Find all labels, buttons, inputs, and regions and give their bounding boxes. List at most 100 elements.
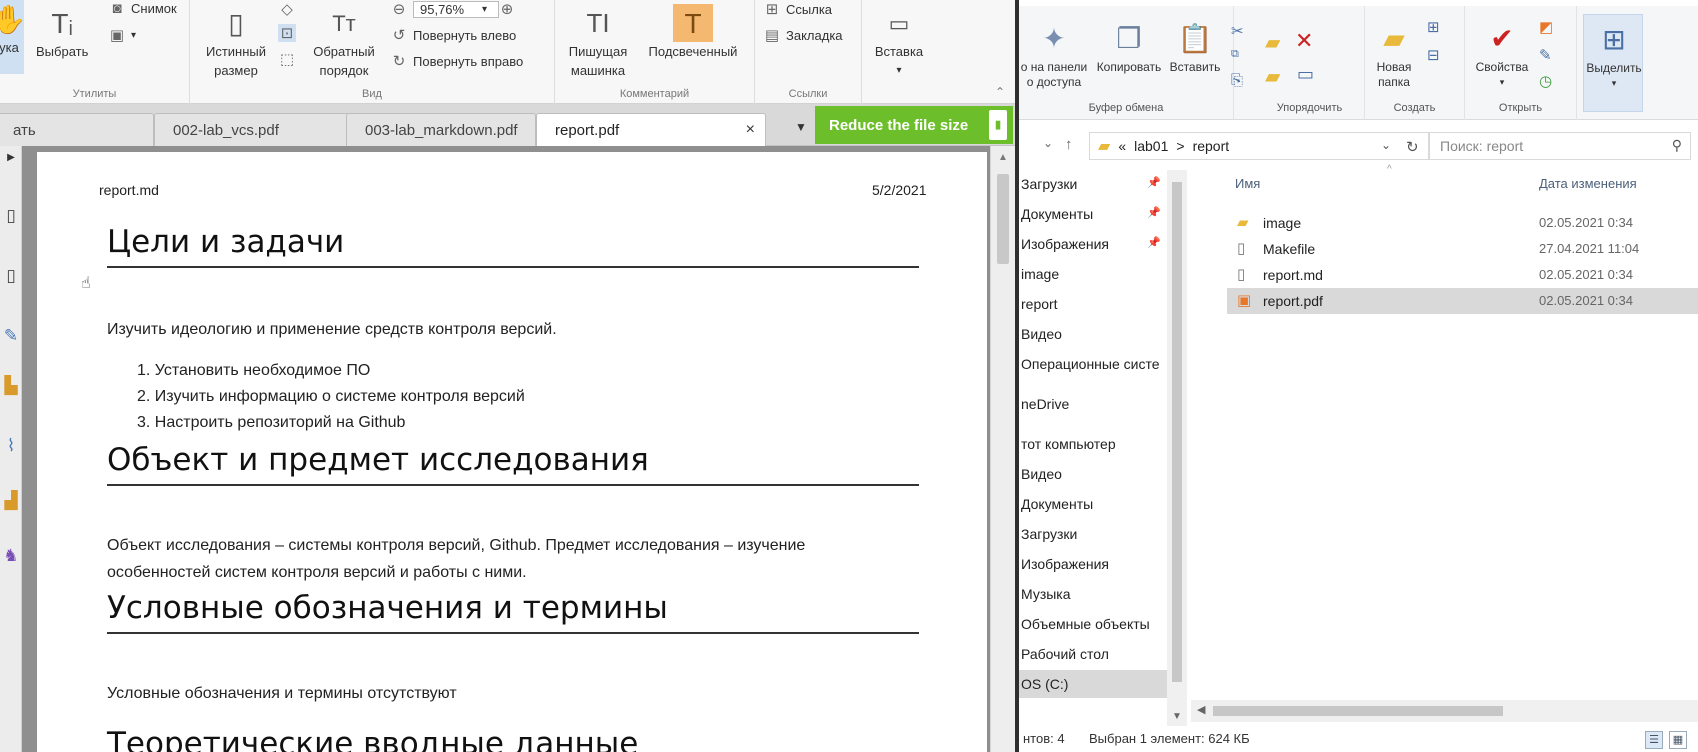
expand-panel-icon[interactable]: ▶	[1, 152, 21, 163]
nav-item-pc-downloads[interactable]: Загрузки	[1019, 520, 1167, 548]
pin-quick-access-button[interactable]: ✦ о на панели о доступа	[1019, 16, 1093, 90]
zoom-in-icon[interactable]: ⊕	[498, 0, 516, 18]
attachment-icon[interactable]: ⌇	[1, 436, 21, 456]
nav-item-os-c-drive[interactable]: OS (C:)	[1019, 670, 1167, 698]
new-folder-button[interactable]: ▰ Новая папка	[1369, 16, 1419, 90]
scrollbar-thumb[interactable]	[1213, 706, 1503, 716]
fit-page-button[interactable]: ⊡	[278, 24, 296, 42]
column-header-date[interactable]: Дата изменения	[1539, 176, 1637, 191]
nav-item-desktop[interactable]: Рабочий стол	[1019, 640, 1167, 668]
reverse-order-button[interactable]: Tт Обратный порядок	[308, 4, 380, 80]
snapshot-button[interactable]: ◙ Снимок	[108, 0, 176, 17]
close-icon[interactable]: ×	[746, 121, 755, 139]
search-input[interactable]: Поиск: report ⚲	[1429, 132, 1691, 160]
nav-item-os-folder[interactable]: Операционные систе	[1019, 350, 1167, 378]
scrollbar-thumb[interactable]	[997, 174, 1009, 264]
nav-item-documents[interactable]: Документы 📌	[1019, 200, 1167, 228]
file-list-horizontal-scrollbar[interactable]: ◀	[1191, 700, 1698, 722]
document-scrollbar[interactable]: ▲	[990, 146, 1015, 752]
file-row-makefile[interactable]: ▯ Makefile 27.04.2021 11:04	[1227, 236, 1698, 262]
select-button[interactable]: ⊞ Выделить ▾	[1583, 14, 1643, 112]
clipboard-dropdown-button[interactable]: ▣ ▾	[108, 26, 136, 44]
highlight-button[interactable]: T Подсвеченный	[641, 4, 745, 61]
new-item-icon[interactable]: ⊞	[1427, 18, 1440, 36]
signature-icon[interactable]: ✎	[1, 326, 21, 346]
nav-item-report[interactable]: report	[1019, 290, 1167, 318]
lock-icon[interactable]: ▟	[1, 491, 21, 511]
highlight-icon: T	[673, 4, 713, 42]
properties-button[interactable]: ✔ Свойства ▾	[1471, 16, 1533, 90]
scroll-left-icon[interactable]: ◀	[1197, 703, 1205, 716]
recent-locations-icon[interactable]: ⌄	[1043, 136, 1053, 150]
typewriter-button[interactable]: TI Пишущая машинка	[563, 4, 633, 80]
up-folder-icon[interactable]: ↑	[1065, 136, 1073, 153]
nav-item-pc-documents[interactable]: Документы	[1019, 490, 1167, 518]
easy-access-icon[interactable]: ⊟	[1427, 46, 1440, 64]
nav-item-3d-objects[interactable]: Объемные объекты	[1019, 610, 1167, 638]
tab-003-lab-markdown[interactable]: 003-lab_markdown.pdf	[346, 113, 536, 146]
edit-icon[interactable]: ✎	[1539, 46, 1552, 64]
hand-tool-button[interactable]: ✋ ука	[0, 0, 26, 74]
tab-document-1[interactable]: ать	[0, 113, 154, 146]
rotate-left-button[interactable]: ↺ Повернуть влево	[390, 26, 517, 44]
tabs-dropdown-icon[interactable]: ▼	[795, 120, 807, 134]
breadcrumb-report[interactable]: report	[1193, 138, 1230, 154]
user-icon[interactable]: ♞	[1, 546, 21, 566]
column-header-name[interactable]: Имя	[1235, 176, 1260, 191]
paste-button[interactable]: 📋 Вставить	[1165, 16, 1225, 75]
delete-icon[interactable]: ✕	[1295, 28, 1313, 54]
history-icon[interactable]: ◷	[1539, 72, 1552, 90]
document-viewport[interactable]: report.md 5/2/2021 Цели и задачи Изучить…	[22, 146, 990, 752]
layers-icon[interactable]: ▙	[1, 376, 21, 396]
scrollbar-thumb[interactable]	[1172, 182, 1182, 682]
zoom-out-icon[interactable]: ⊖	[390, 0, 408, 18]
nav-item-music[interactable]: Музыка	[1019, 580, 1167, 608]
collapse-ribbon-icon[interactable]: ⌃	[995, 85, 1005, 99]
address-dropdown-icon[interactable]: ⌄	[1381, 138, 1391, 152]
details-view-icon[interactable]: ☰	[1645, 731, 1663, 749]
copy-button[interactable]: ❐ Копировать	[1091, 16, 1167, 75]
link-button[interactable]: ⊞ Ссылка	[763, 0, 832, 18]
select-all-button[interactable]: ⊞ Выделить ▾	[1586, 17, 1641, 91]
paste-shortcut-icon[interactable]: ⎘	[1231, 72, 1243, 89]
fit-width-button[interactable]: ◇	[278, 0, 296, 18]
select-all-icon: ⊞	[1602, 23, 1626, 55]
rotate-right-button[interactable]: ↻ Повернуть вправо	[390, 52, 524, 70]
bookmark-button[interactable]: ▤ Закладка	[763, 26, 843, 44]
nav-item-videos[interactable]: Видео	[1019, 320, 1167, 348]
nav-item-this-pc[interactable]: тот компьютер	[1019, 430, 1167, 458]
pages-icon[interactable]: ▯	[1, 206, 21, 226]
nav-item-pictures[interactable]: Изображения 📌	[1019, 230, 1167, 258]
nav-item-pc-videos[interactable]: Видео	[1019, 460, 1167, 488]
refresh-icon[interactable]: ↻	[1406, 138, 1419, 156]
nav-item-downloads[interactable]: Загрузки 📌	[1019, 170, 1167, 198]
tab-report-pdf[interactable]: report.pdf ×	[536, 113, 766, 146]
copy-to-icon[interactable]: ▰	[1265, 64, 1280, 89]
move-to-icon[interactable]: ▰	[1265, 30, 1280, 55]
copy-path-icon[interactable]: ⧉	[1231, 48, 1239, 61]
select-tool-button[interactable]: Tᵢ Выбрать	[36, 4, 88, 61]
file-row-report-md[interactable]: ▯ report.md 02.05.2021 0:34	[1227, 262, 1698, 288]
file-row-report-pdf[interactable]: ▣ report.pdf 02.05.2021 0:34	[1227, 288, 1698, 314]
reduce-file-size-button[interactable]: Reduce the file size ▮	[815, 106, 1013, 144]
rename-icon[interactable]: ▭	[1297, 64, 1314, 85]
breadcrumb-lab01[interactable]: lab01	[1134, 138, 1168, 154]
navigation-scrollbar[interactable]: ▼	[1167, 170, 1187, 726]
actual-size-button[interactable]: ▯ Истинный размер	[206, 4, 266, 80]
tab-002-lab-vcs[interactable]: 002-lab_vcs.pdf	[154, 113, 354, 146]
scroll-up-icon[interactable]: ▲	[998, 152, 1008, 163]
fit-visible-button[interactable]: ⬚	[278, 50, 296, 68]
insert-button[interactable]: ▭ Вставка ▾	[866, 4, 932, 80]
open-icon[interactable]: ◩	[1539, 18, 1553, 36]
scroll-down-icon[interactable]: ▼	[1172, 711, 1182, 722]
nav-item-image[interactable]: image	[1019, 260, 1167, 288]
path-overflow[interactable]: «	[1118, 138, 1126, 154]
address-bar[interactable]: ▰ « lab01 > report	[1089, 132, 1429, 160]
file-row-image[interactable]: ▰ image 02.05.2021 0:34	[1227, 210, 1698, 236]
nav-item-pc-pictures[interactable]: Изображения	[1019, 550, 1167, 578]
nav-item-onedrive[interactable]: neDrive	[1019, 390, 1167, 418]
page-thumbnail-icon[interactable]: ▯	[1, 266, 21, 286]
zoom-dropdown-icon[interactable]: ▾	[482, 4, 487, 15]
cut-icon[interactable]: ✂	[1231, 22, 1244, 40]
large-icons-view-icon[interactable]: ▦	[1669, 731, 1687, 749]
